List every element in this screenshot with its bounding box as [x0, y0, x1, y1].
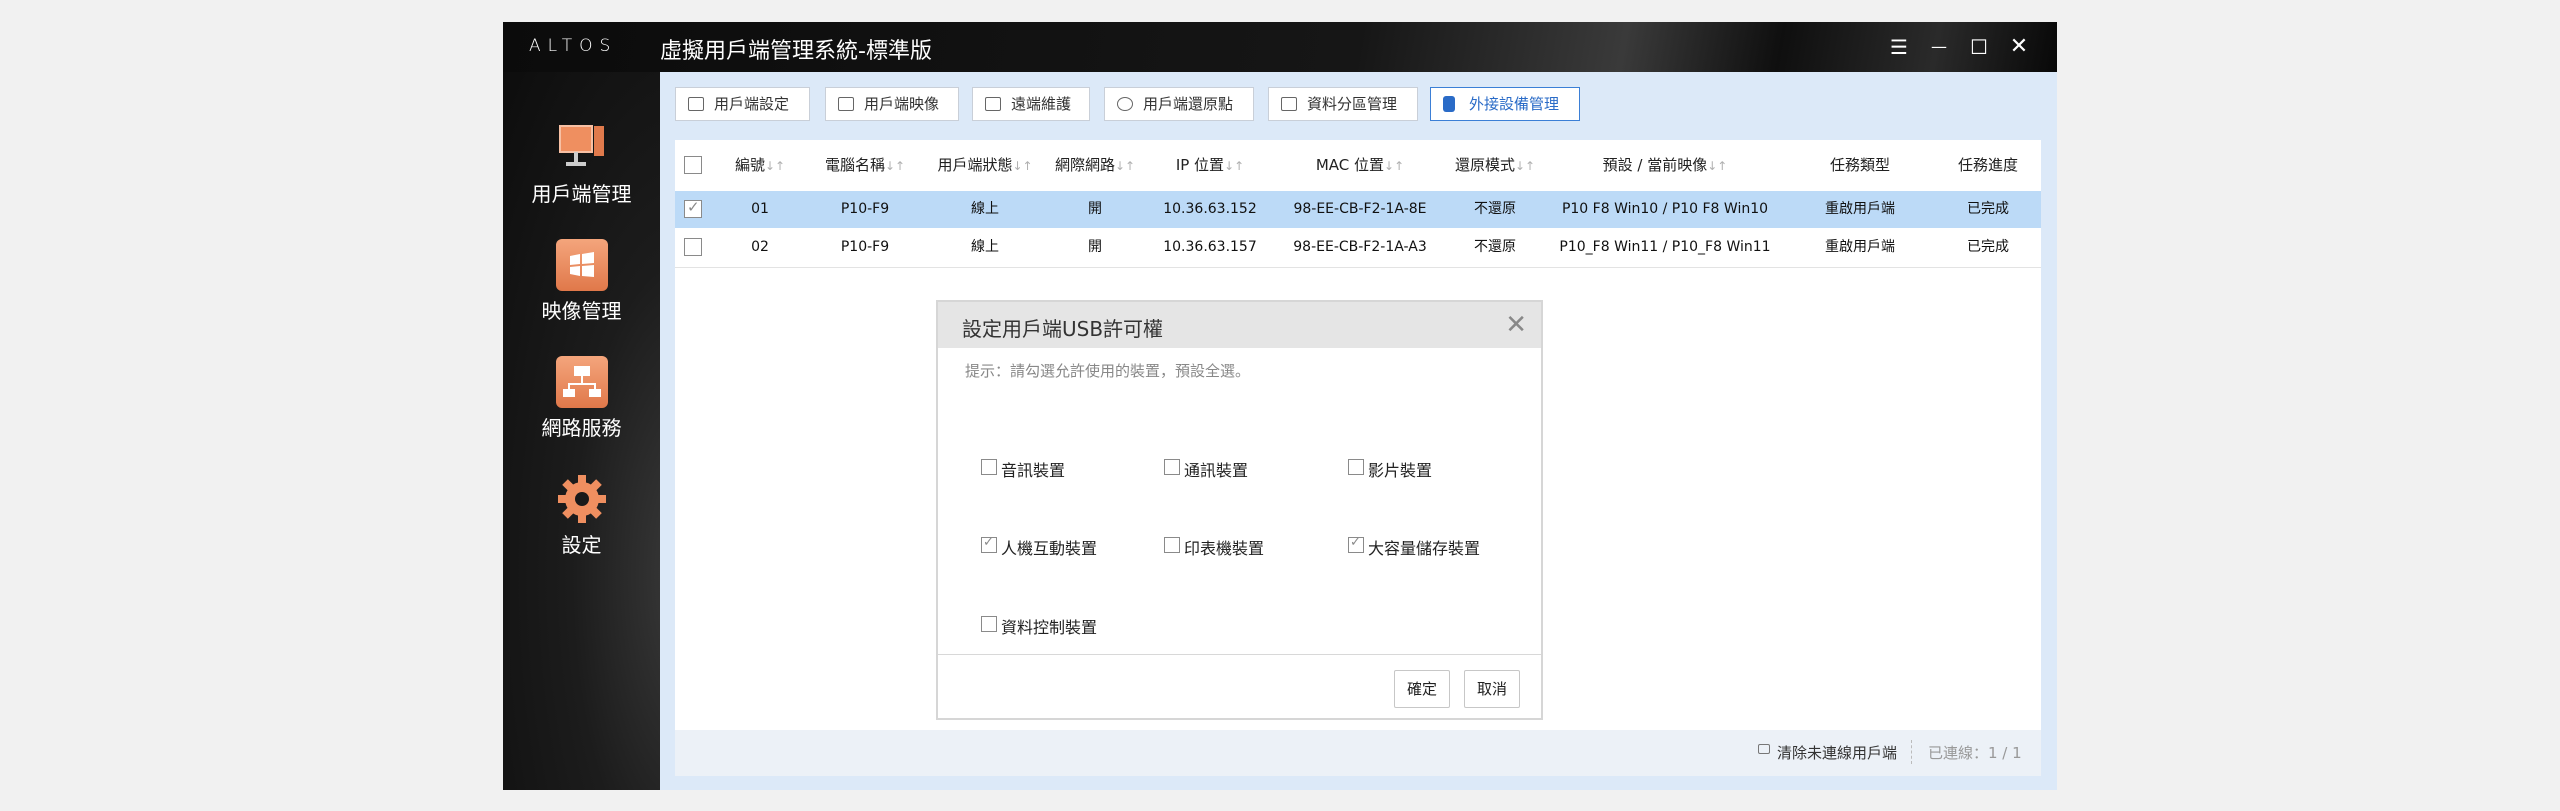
sidebar-item-settings[interactable]: 設定 [503, 473, 660, 578]
usb-icon [1443, 96, 1455, 112]
table-cell: 10.36.63.157 [1163, 239, 1257, 255]
client-image-icon [838, 97, 854, 111]
ok-button[interactable]: 確定 [1394, 670, 1450, 708]
maximize-icon[interactable]: ☐ [1964, 32, 1994, 62]
close-icon[interactable]: ✕ [2004, 32, 2034, 62]
table-row[interactable]: 01 P10-F9 線上 開 10.36.63.152 98-EE-CB-F2-… [675, 191, 2041, 228]
column-header[interactable]: MAC 位置↓↑ [1275, 140, 1445, 190]
cancel-button[interactable]: 取消 [1464, 670, 1520, 708]
table-cell: 線上 [971, 239, 999, 255]
column-header: 任務進度 [1957, 156, 2018, 174]
sort-icon: ↓↑ [1514, 159, 1536, 173]
client-settings-button[interactable]: 用戶端設定 [675, 87, 810, 121]
client-monitor-icon [556, 122, 608, 174]
remote-maintenance-button[interactable]: 遠端維護 [972, 87, 1090, 121]
usb-permission-dialog: 設定用戶端USB許可權 ✕ 提示：請勾選允許使用的裝置，預設全選。 音訊裝置 通… [936, 300, 1543, 720]
table-cell: 01 [751, 201, 769, 217]
sidebar: 用戶端管理 映像管理 網路服務 設定 [503, 72, 660, 790]
client-image-button[interactable]: 用戶端映像 [825, 87, 959, 121]
column-header[interactable]: 還原模式↓↑ [1445, 140, 1545, 190]
app-title: 虛擬用戶端管理系統-標準版 [660, 39, 932, 64]
column-header[interactable]: IP 位置↓↑ [1145, 140, 1275, 190]
row-checkbox[interactable] [684, 238, 702, 256]
checkbox[interactable] [981, 459, 997, 475]
table-cell: P10-F9 [840, 201, 890, 217]
row-divider [675, 267, 2041, 268]
table-cell: P10-F9 [840, 239, 890, 255]
table-cell: P10 F8 Win10 / P10 F8 Win10 [1561, 201, 1769, 217]
remote-icon [985, 97, 1001, 111]
column-header[interactable]: 編號↓↑ [715, 140, 805, 190]
clear-offline-clients-link[interactable]: 清除未連線用戶端 [1777, 742, 1897, 763]
dialog-hint: 提示：請勾選允許使用的裝置，預設全選。 [965, 362, 1251, 380]
gear-icon [556, 473, 608, 525]
sort-icon: ↓↑ [1707, 159, 1728, 173]
sort-icon: ↓↑ [1384, 159, 1405, 173]
column-header[interactable]: 電腦名稱↓↑ [805, 140, 925, 190]
connected-count: 已連線：1 / 1 [1928, 744, 2022, 762]
table-cell: 重啟用戶端 [1825, 239, 1895, 255]
client-settings-icon [688, 97, 704, 111]
client-restore-point-button[interactable]: 用戶端還原點 [1104, 87, 1254, 121]
column-header[interactable]: 網際網路↓↑ [1045, 140, 1145, 190]
sort-icon: ↓↑ [884, 159, 906, 173]
sort-icon: ↓↑ [764, 159, 786, 173]
menu-icon[interactable]: ☰ [1884, 32, 1914, 62]
table-cell: 10.36.63.152 [1163, 201, 1257, 217]
sidebar-item-label: 設定 [561, 533, 602, 557]
table-row[interactable]: 02 P10-F9 線上 開 10.36.63.157 98-EE-CB-F2-… [675, 229, 2041, 266]
sidebar-item-label: 用戶端管理 [531, 182, 632, 206]
table-cell: 已完成 [1967, 201, 2009, 217]
checkbox[interactable] [1348, 459, 1364, 475]
table-cell: 開 [1088, 201, 1102, 217]
table-cell: 不還原 [1474, 201, 1516, 217]
sidebar-item-label: 映像管理 [541, 299, 622, 323]
table-cell: 已完成 [1967, 239, 2009, 255]
checkbox[interactable] [1164, 537, 1180, 553]
column-header[interactable]: 用戶端狀態↓↑ [925, 140, 1045, 190]
data-partition-button[interactable]: 資料分區管理 [1268, 87, 1418, 121]
status-bar: 清除未連線用戶端 已連線：1 / 1 [675, 730, 2041, 776]
table-cell: 98-EE-CB-F2-1A-8E [1293, 201, 1427, 217]
close-icon[interactable]: ✕ [1505, 310, 1527, 340]
altos-logo: ALTOS [529, 36, 618, 56]
dialog-divider [938, 654, 1541, 655]
sidebar-item-label: 網路服務 [541, 416, 622, 440]
table-cell: P10_F8 Win11 / P10_F8 Win11 [1559, 239, 1771, 255]
checkbox[interactable] [1348, 535, 1364, 553]
table-cell: 不還原 [1474, 239, 1516, 255]
table-cell: 開 [1088, 239, 1102, 255]
table-cell: 98-EE-CB-F2-1A-A3 [1293, 239, 1427, 255]
dialog-title: 設定用戶端USB許可權 [962, 317, 1164, 341]
sort-icon: ↓↑ [1114, 159, 1136, 173]
checkbox[interactable] [981, 535, 997, 553]
table-cell: 重啟用戶端 [1825, 201, 1895, 217]
restore-icon [1117, 97, 1133, 111]
external-device-button[interactable]: 外接設備管理 [1430, 87, 1580, 121]
disk-icon [1281, 97, 1297, 111]
network-icon [556, 356, 608, 408]
lock-icon [1758, 744, 1770, 754]
sidebar-item-client-management[interactable]: 用戶端管理 [503, 122, 660, 227]
row-checkbox[interactable] [684, 198, 702, 218]
table-cell: 02 [751, 239, 769, 255]
sort-icon: ↓↑ [1224, 159, 1245, 173]
minimize-icon[interactable]: — [1924, 32, 1954, 62]
checkbox[interactable] [1164, 459, 1180, 475]
windows-image-icon [556, 239, 608, 291]
sidebar-item-image-management[interactable]: 映像管理 [503, 239, 660, 344]
title-bar: ALTOS 虛擬用戶端管理系統-標準版 ☰ — ☐ ✕ [503, 22, 2057, 72]
sort-icon: ↓↑ [1012, 159, 1033, 173]
column-header[interactable]: 預設 / 當前映像↓↑ [1545, 140, 1785, 190]
sidebar-item-network-service[interactable]: 網路服務 [503, 356, 660, 461]
dialog-header: 設定用戶端USB許可權 ✕ [938, 302, 1541, 348]
table-cell: 線上 [971, 201, 999, 217]
checkbox[interactable] [981, 616, 997, 632]
column-header: 任務類型 [1829, 156, 1890, 174]
select-all-checkbox[interactable] [684, 156, 702, 174]
divider [1911, 740, 1913, 764]
